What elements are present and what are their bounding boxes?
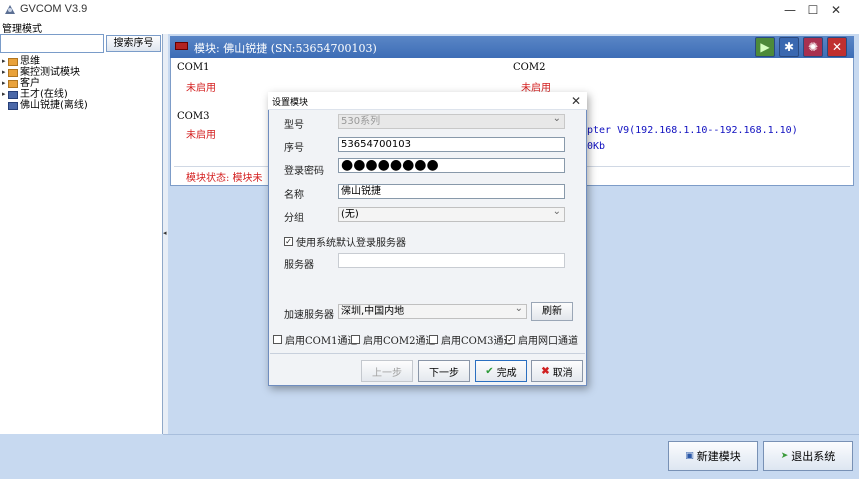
adapter-traffic: 0Kb <box>587 141 606 152</box>
refresh-button[interactable]: 刷新 <box>531 302 573 321</box>
done-button-label: 完成 <box>496 367 517 379</box>
cancel-button[interactable]: ✖ 取消 <box>531 360 583 382</box>
enable-com3-checkbox[interactable]: 启用COM3通道 <box>429 332 513 347</box>
tree-item-siwei[interactable]: ▸ 思维 <box>2 56 162 67</box>
password-input[interactable]: ●●●●●●●● <box>338 158 565 173</box>
checkmark-icon: ✔ <box>485 365 494 377</box>
new-module-icon: ▣ <box>685 451 694 461</box>
cancel-button-label: 取消 <box>552 367 573 379</box>
collapse-arrow-icon[interactable]: ◂ <box>163 229 167 237</box>
tree-item-wangcai[interactable]: ▸ 王才(在线) <box>2 89 162 100</box>
adapter-info: pter V9(192.168.1.10--192.168.1.10) <box>587 125 798 136</box>
enable-com1-checkbox[interactable]: 启用COM1通道 <box>273 332 357 347</box>
com2-label: COM2 <box>513 62 546 73</box>
run-button[interactable]: ▶ <box>755 37 775 57</box>
accel-server-label: 加速服务器 <box>284 310 334 321</box>
name-label: 名称 <box>284 190 304 201</box>
cancel-x-icon: ✖ <box>541 365 550 377</box>
title-bar: GVCOM V3.9 — ☐ ✕ <box>0 0 859 20</box>
com1-status: 未启用 <box>186 83 216 94</box>
new-module-button[interactable]: ▣ 新建模块 <box>668 441 758 471</box>
next-step-button[interactable]: 下一步 <box>418 360 470 382</box>
new-module-label: 新建模块 <box>696 450 741 463</box>
exit-icon: ➤ <box>780 451 789 461</box>
menu-item-mode[interactable]: 管理模式 <box>2 20 42 35</box>
com1-label: COM1 <box>177 62 210 73</box>
tree-item-label: 客户 <box>20 78 40 89</box>
done-button[interactable]: ✔ 完成 <box>475 360 527 382</box>
menu-bar: 管理模式 <box>0 20 859 35</box>
exit-system-label: 退出系统 <box>791 450 836 463</box>
name-input[interactable]: 佛山锐捷 <box>338 184 565 199</box>
server-label: 服务器 <box>284 260 314 271</box>
tree-item-label: 佛山锐捷(离线) <box>20 100 88 111</box>
search-serial-button[interactable]: 搜索序号 <box>106 35 161 52</box>
folder-icon <box>8 57 18 66</box>
folder-icon <box>8 68 18 77</box>
server-input[interactable] <box>338 253 565 268</box>
checkbox-checked-icon: ✓ <box>506 335 515 344</box>
password-label: 登录密码 <box>284 166 324 177</box>
folder-icon <box>8 79 18 88</box>
bottom-left-area <box>0 434 163 479</box>
device-icon <box>8 101 18 110</box>
checkbox-icon <box>429 335 438 344</box>
checkbox-checked-icon: ✓ <box>284 237 293 246</box>
tree-item-label: 思维 <box>20 56 40 67</box>
tree-item-foshan-ruijie[interactable]: 佛山锐捷(离线) <box>2 100 162 111</box>
tree-item-label: 王才(在线) <box>20 89 68 100</box>
enable-com2-label: 启用COM2通道 <box>363 336 436 347</box>
enable-net-label: 启用网口通道 <box>518 336 578 347</box>
close-window-button[interactable]: ✕ <box>813 0 859 20</box>
tree-item-customer[interactable]: ▸ 客户 <box>2 78 162 89</box>
use-default-server-label: 使用系统默认登录服务器 <box>296 238 406 249</box>
prev-step-button[interactable]: 上一步 <box>361 360 413 382</box>
enable-net-checkbox[interactable]: ✓ 启用网口通道 <box>506 332 578 347</box>
dialog-title-bar <box>268 92 587 110</box>
module-title: 模块: 佛山锐捷 (SN:53654700103) <box>194 42 377 55</box>
settings-gear-button[interactable]: ✱ <box>779 37 799 57</box>
serial-label: 序号 <box>284 143 304 154</box>
enable-com3-label: 启用COM3通道 <box>441 336 514 347</box>
dialog-close-icon[interactable]: ✕ <box>567 93 585 109</box>
group-label: 分组 <box>284 213 304 224</box>
accel-server-select[interactable]: 深圳,中国内地 <box>338 302 527 319</box>
dialog-divider <box>270 353 585 354</box>
app-logo-icon <box>5 5 15 14</box>
serial-input[interactable]: 53654700103 <box>338 137 565 152</box>
model-label: 型号 <box>284 120 304 131</box>
com3-label: COM3 <box>177 111 210 122</box>
model-select[interactable]: 530系列 <box>338 112 565 129</box>
tree-item-test-module[interactable]: ▸ 案控测试模块 <box>2 67 162 78</box>
palette-button[interactable]: ✺ <box>803 37 823 57</box>
enable-com1-label: 启用COM1通道 <box>285 336 358 347</box>
checkbox-icon <box>273 335 282 344</box>
com3-status: 未启用 <box>186 130 216 141</box>
serial-search-input[interactable] <box>0 34 104 53</box>
checkbox-icon <box>351 335 360 344</box>
module-tree: ▸ 思维 ▸ 案控测试模块 ▸ 客户 ▸ 王才(在线) 佛山锐捷(离线) <box>2 56 162 111</box>
close-module-button[interactable]: ✕ <box>827 37 847 57</box>
module-device-icon <box>175 42 188 50</box>
tree-item-label: 案控测试模块 <box>20 67 80 78</box>
module-status-text: 模块状态: 模块未 <box>186 173 263 184</box>
exit-system-button[interactable]: ➤ 退出系统 <box>763 441 853 471</box>
dialog-title: 设置模块 <box>272 98 309 108</box>
use-default-server-checkbox[interactable]: ✓ 使用系统默认登录服务器 <box>284 234 406 249</box>
enable-com2-checkbox[interactable]: 启用COM2通道 <box>351 332 435 347</box>
window-title: GVCOM V3.9 <box>20 3 88 15</box>
group-select[interactable]: (无) <box>338 205 565 222</box>
device-icon <box>8 90 18 99</box>
